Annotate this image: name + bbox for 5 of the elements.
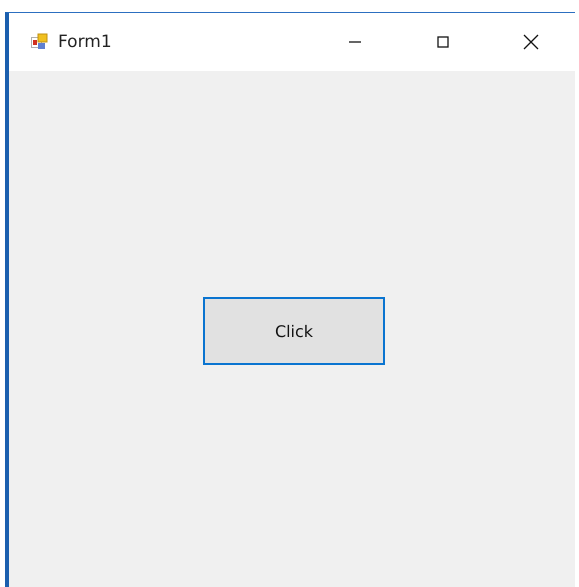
app-icon <box>31 33 49 51</box>
close-icon <box>523 34 539 50</box>
click-button[interactable]: Click <box>203 297 385 365</box>
window-title: Form1 <box>58 32 112 52</box>
maximize-icon <box>436 35 450 49</box>
